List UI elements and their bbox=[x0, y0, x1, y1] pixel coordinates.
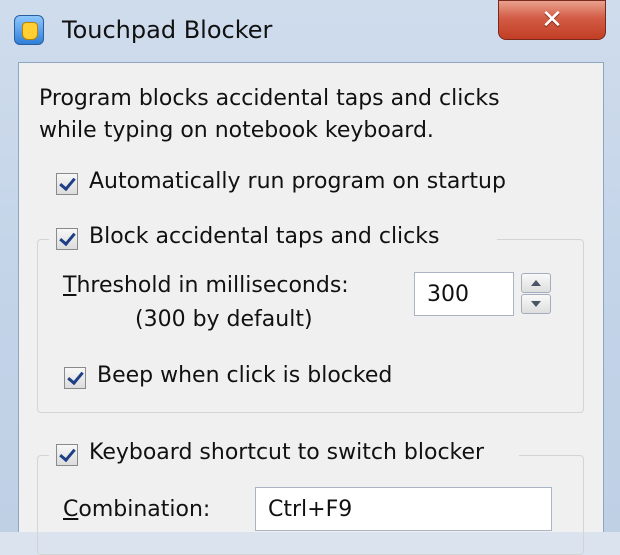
threshold-increase-button[interactable] bbox=[521, 273, 551, 293]
arrow-up-icon bbox=[531, 280, 541, 286]
autorun-checkbox[interactable] bbox=[56, 173, 78, 195]
description-line-2: while typing on notebook keyboard. bbox=[39, 118, 434, 143]
keyboard-shortcut-label[interactable]: Keyboard shortcut to switch blocker bbox=[89, 440, 484, 465]
block-taps-label[interactable]: Block accidental taps and clicks bbox=[89, 224, 439, 249]
combination-label: Combination: bbox=[63, 497, 211, 522]
window-title: Touchpad Blocker bbox=[62, 16, 273, 44]
threshold-decrease-button[interactable] bbox=[521, 294, 551, 314]
touchpad-blocker-window: Touchpad Blocker ✕ Program blocks accide… bbox=[0, 0, 620, 555]
beep-label[interactable]: Beep when click is blocked bbox=[97, 363, 392, 388]
block-taps-checkbox[interactable] bbox=[56, 228, 78, 250]
threshold-label: Threshold in milliseconds: bbox=[63, 273, 349, 298]
autorun-label[interactable]: Automatically run program on startup bbox=[89, 169, 506, 194]
arrow-down-icon bbox=[531, 301, 541, 307]
program-description: Program blocks accidental taps and click… bbox=[39, 83, 500, 147]
threshold-input[interactable]: 300 bbox=[414, 272, 514, 316]
close-icon: ✕ bbox=[541, 5, 563, 35]
title-bar[interactable]: Touchpad Blocker ✕ bbox=[0, 0, 620, 60]
beep-checkbox[interactable] bbox=[64, 367, 86, 389]
description-line-1: Program blocks accidental taps and click… bbox=[39, 86, 500, 111]
threshold-default-hint: (300 by default) bbox=[135, 307, 313, 332]
combination-input[interactable]: Ctrl+F9 bbox=[255, 487, 552, 531]
keyboard-shortcut-checkbox[interactable] bbox=[56, 444, 78, 466]
touchpad-hand-icon bbox=[14, 15, 44, 45]
close-button[interactable]: ✕ bbox=[498, 0, 606, 40]
dialog-client-area: Program blocks accidental taps and click… bbox=[18, 62, 604, 555]
